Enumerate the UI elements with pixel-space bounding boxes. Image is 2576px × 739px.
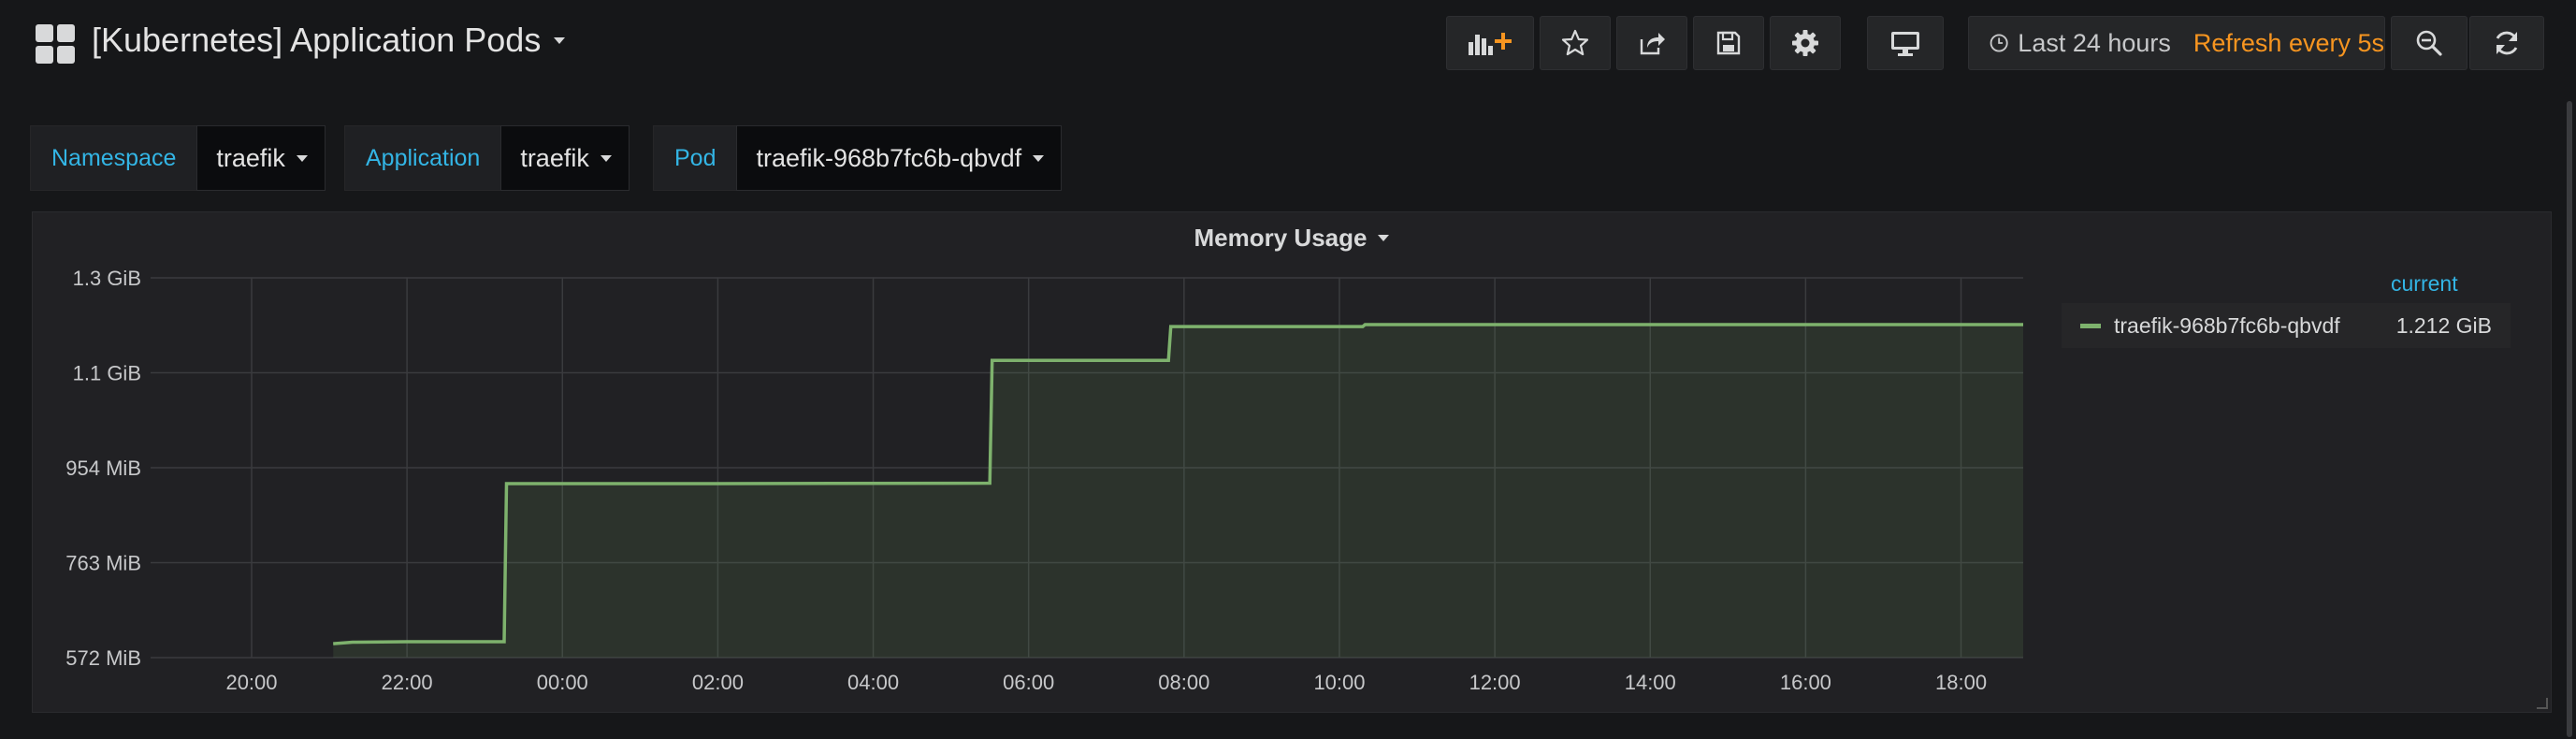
legend-swatch [2080, 323, 2101, 328]
save-icon [1716, 31, 1741, 55]
x-tick-label: 22:00 [382, 671, 433, 694]
monitor-icon [1891, 32, 1919, 56]
y-tick-label: 1.1 GiB [73, 362, 141, 385]
x-tick-label: 08:00 [1158, 671, 1209, 694]
variable-application-label: Application [344, 125, 501, 191]
save-button[interactable] [1693, 16, 1764, 70]
variable-application-select[interactable]: traefik [500, 125, 630, 191]
y-tick-label: 572 MiB [65, 646, 141, 670]
settings-button[interactable] [1770, 16, 1841, 70]
page-scrollbar[interactable] [2567, 101, 2572, 737]
variable-pod-label: Pod [653, 125, 737, 191]
share-icon [1640, 33, 1665, 55]
x-tick-label: 06:00 [1003, 671, 1054, 694]
clock-icon [1990, 34, 2008, 52]
memory-usage-panel: Memory Usage 572 MiB 763 MiB 954 MiB 1.1 Gi… [32, 211, 2552, 713]
x-tick-label: 20:00 [225, 671, 277, 694]
x-tick-label: 02:00 [692, 671, 744, 694]
dashboard-title[interactable]: [Kubernetes] Application Pods [92, 21, 566, 60]
gear-icon [1792, 30, 1818, 56]
tv-mode-button[interactable] [1867, 16, 1944, 70]
y-tick-label: 763 MiB [65, 552, 141, 575]
legend-series-current: 1.212 GiB [2395, 312, 2492, 338]
add-panel-button[interactable] [1446, 16, 1534, 70]
time-picker-button[interactable]: Last 24 hours Refresh every 5s [1968, 16, 2385, 70]
share-button[interactable] [1616, 16, 1687, 70]
series-area [333, 325, 2024, 658]
panel-resize-handle[interactable] [2537, 698, 2548, 709]
top-navbar: [Kubernetes] Application Pods Last 24 ho… [0, 0, 2576, 90]
dashboard-grid-icon[interactable] [36, 24, 75, 64]
legend-item[interactable]: traefik-968b7fc6b-qbvdf 1.212 GiB [2062, 303, 2511, 348]
refresh-button[interactable] [2469, 16, 2544, 70]
legend-series-name: traefik-968b7fc6b-qbvdf [2114, 312, 2340, 338]
chevron-down-icon [600, 154, 612, 162]
x-tick-label: 12:00 [1469, 671, 1521, 694]
variable-pod-select[interactable]: traefik-968b7fc6b-qbvdf [736, 125, 1063, 191]
star-button[interactable] [1540, 16, 1611, 70]
variable-namespace-label: Namespace [30, 125, 197, 191]
x-tick-label: 04:00 [847, 671, 899, 694]
legend-header-current[interactable]: current [2391, 271, 2458, 297]
chevron-down-icon [554, 36, 566, 44]
refresh-interval-label: Refresh every 5s [2192, 28, 2384, 57]
variable-application-value: traefik [520, 143, 589, 172]
zoom-out-button[interactable] [2391, 16, 2467, 70]
add-panel-icon [1469, 33, 1512, 55]
chevron-down-icon [1033, 154, 1045, 162]
y-tick-label: 1.3 GiB [73, 267, 141, 290]
zoom-out-icon [2416, 30, 2442, 56]
variable-namespace-select[interactable]: traefik [196, 125, 326, 191]
variable-pod: Pod traefik-968b7fc6b-qbvdf [653, 125, 1063, 191]
chevron-down-icon [296, 154, 308, 162]
x-tick-label: 16:00 [1780, 671, 1831, 694]
variable-namespace: Namespace traefik [30, 125, 326, 191]
x-tick-label: 14:00 [1625, 671, 1676, 694]
memory-usage-chart[interactable]: 572 MiB 763 MiB 954 MiB 1.1 GiB 1.3 GiB 20:00… [33, 212, 2072, 714]
dashboard-title-text: [Kubernetes] Application Pods [92, 21, 542, 59]
variable-namespace-value: traefik [216, 143, 285, 172]
x-tick-label: 10:00 [1313, 671, 1365, 694]
x-tick-label: 18:00 [1935, 671, 1987, 694]
variable-application: Application traefik [344, 125, 630, 191]
time-range-label: Last 24 hours [2018, 28, 2171, 57]
x-tick-label: 00:00 [537, 671, 588, 694]
star-icon [1561, 29, 1589, 56]
y-tick-label: 954 MiB [65, 456, 141, 480]
refresh-icon [2496, 31, 2518, 55]
variable-pod-value: traefik-968b7fc6b-qbvdf [756, 143, 1022, 172]
